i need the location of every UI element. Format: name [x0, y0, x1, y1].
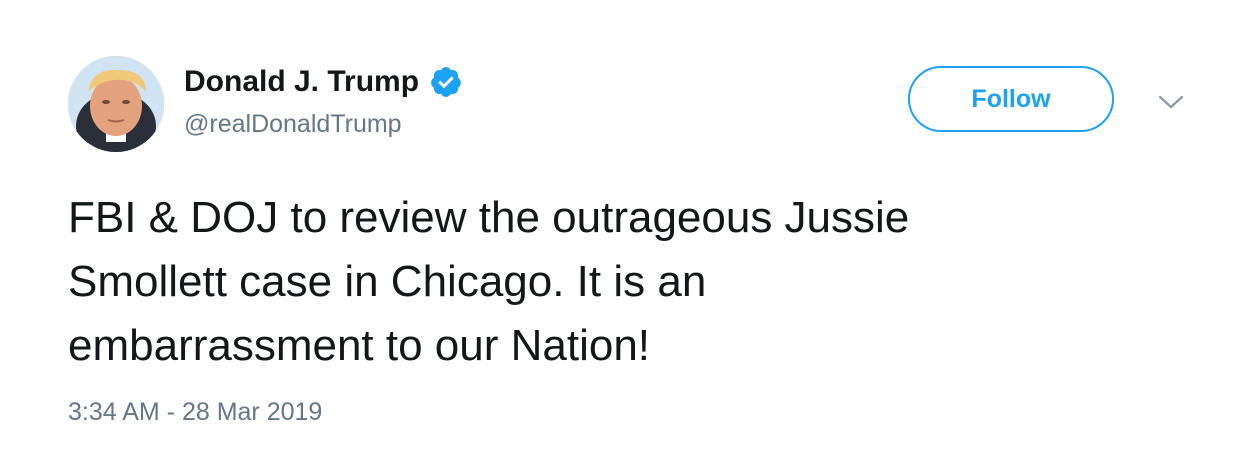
- avatar-photo: [68, 56, 164, 152]
- tweet-text-line: embarrassment to our Nation!: [68, 321, 651, 370]
- author-name-row: Donald J. Trump: [184, 62, 463, 102]
- avatar[interactable]: [68, 56, 164, 152]
- author-handle[interactable]: @realDonaldTrump: [184, 110, 402, 139]
- author-display-name[interactable]: Donald J. Trump: [184, 65, 419, 99]
- tweet-text: FBI & DOJ to review the outrageous Jussi…: [68, 186, 1188, 378]
- tweet-text-line: FBI & DOJ to review the outrageous Jussi…: [68, 193, 910, 242]
- verified-badge-icon: [429, 65, 463, 99]
- tweet-text-line: Smollett case in Chicago. It is an: [68, 257, 707, 306]
- follow-button[interactable]: Follow: [908, 66, 1114, 132]
- tweet-card: Donald J. Trump @realDonaldTrump Follow …: [0, 0, 1256, 452]
- tweet-menu-button[interactable]: [1154, 88, 1188, 116]
- tweet-timestamp[interactable]: 3:34 AM - 28 Mar 2019: [68, 398, 322, 427]
- chevron-down-icon: [1158, 95, 1184, 109]
